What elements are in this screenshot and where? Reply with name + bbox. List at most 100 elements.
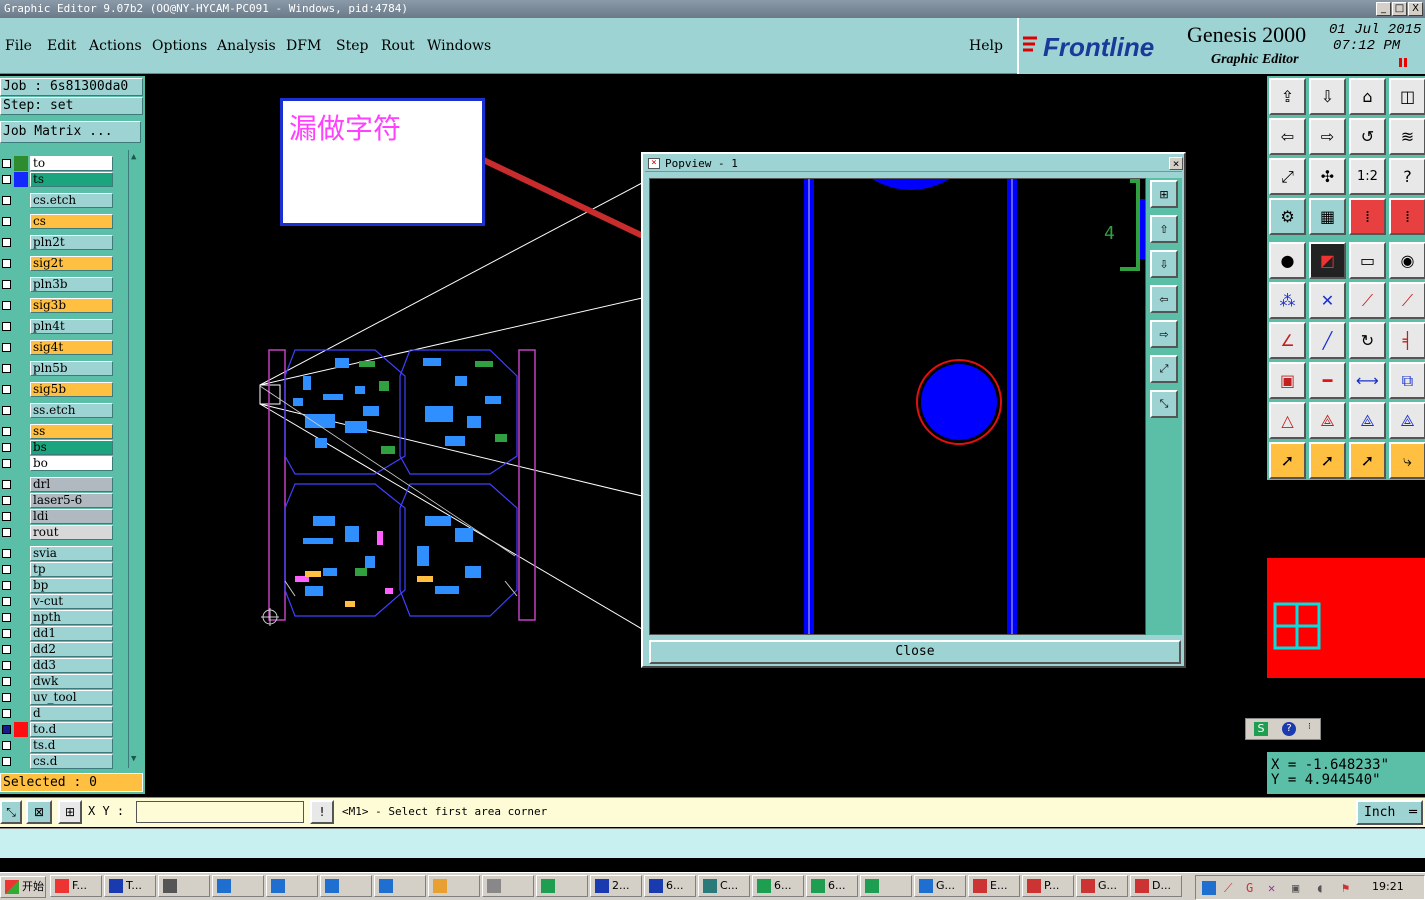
menu-edit[interactable]: Edit — [47, 38, 76, 54]
menu-analysis[interactable]: Analysis — [217, 38, 276, 54]
pan-right-icon[interactable]: ⇨ — [1309, 118, 1346, 155]
snap-on-icon[interactable]: ⁞ — [1349, 198, 1386, 235]
taskbar-item[interactable] — [266, 875, 318, 897]
diagonal-icon[interactable]: ⟋ — [1389, 282, 1425, 319]
layer-row[interactable]: d — [0, 706, 115, 721]
taskbar-item[interactable] — [320, 875, 372, 897]
line-pad-icon[interactable]: ⟋ — [1349, 282, 1386, 319]
layer-checkbox[interactable] — [2, 613, 11, 622]
layer-row[interactable]: laser5-6 — [0, 493, 115, 508]
layer-row[interactable]: svia — [0, 546, 115, 561]
layer-name[interactable]: sig4t — [30, 340, 113, 355]
layer-name[interactable]: drl — [30, 477, 113, 492]
layer-name[interactable]: ldi — [30, 509, 113, 524]
layer-checkbox[interactable] — [2, 645, 11, 654]
popview-zoom-fit-icon[interactable]: ⤢ — [1150, 355, 1178, 383]
snap-off-icon[interactable]: ⁞ — [1389, 198, 1425, 235]
layer-row[interactable]: ldi — [0, 509, 115, 524]
taskbar-item[interactable]: F... — [50, 875, 102, 897]
home-up-icon[interactable]: ⇪ — [1269, 78, 1306, 115]
taskbar-item[interactable] — [212, 875, 264, 897]
layer-checkbox[interactable] — [2, 496, 11, 505]
layer-name[interactable]: cs.d — [30, 754, 113, 769]
layer-row[interactable]: ts — [0, 172, 115, 187]
layer-name[interactable]: to.d — [30, 722, 113, 737]
pad-move-icon[interactable]: ▣ — [1269, 362, 1306, 399]
area-select-icon[interactable]: ⤡ — [0, 800, 22, 824]
layer-name[interactable]: uv_tool — [30, 690, 113, 705]
layer-row[interactable]: to — [0, 156, 115, 171]
alert-icon[interactable]: ! — [310, 800, 334, 824]
layer-row[interactable]: cs.d — [0, 754, 115, 769]
popview-canvas[interactable]: 4 — [649, 178, 1146, 635]
layer-checkbox[interactable] — [2, 196, 11, 205]
scroll-down-icon[interactable]: ▼ — [131, 754, 141, 764]
taskbar-item[interactable]: 6... — [752, 875, 804, 897]
taskbar-item[interactable] — [482, 875, 534, 897]
taskbar-item[interactable]: 2... — [590, 875, 642, 897]
layer-name[interactable]: pln3b — [30, 277, 113, 292]
menu-windows[interactable]: Windows — [427, 38, 491, 54]
layer-row[interactable]: pln5b — [0, 361, 115, 376]
popview-zoom-out-icon[interactable]: ⤡ — [1150, 390, 1178, 418]
help-icon[interactable]: ? — [1389, 158, 1425, 195]
tray-icon-2[interactable]: ⟋ — [1224, 881, 1238, 895]
menu-file[interactable]: File — [5, 38, 32, 54]
layer-row[interactable]: sig3b — [0, 298, 115, 313]
arc-icon[interactable]: ↻ — [1349, 322, 1386, 359]
menu-actions[interactable]: Actions — [89, 38, 142, 54]
layer-checkbox[interactable] — [2, 480, 11, 489]
layer-checkbox[interactable] — [2, 693, 11, 702]
popview-zoom-in-icon[interactable]: ⊞ — [1150, 180, 1178, 208]
layer-checkbox[interactable] — [2, 565, 11, 574]
grid-select-icon[interactable]: ⊞ — [58, 800, 82, 824]
layer-row[interactable]: dd2 — [0, 642, 115, 657]
tray-icon-1[interactable] — [1202, 881, 1216, 895]
layer-checkbox[interactable] — [2, 280, 11, 289]
layer-checkbox[interactable] — [2, 406, 11, 415]
layer-row[interactable]: tp — [0, 562, 115, 577]
scroll-up-icon[interactable]: ▲ — [131, 152, 141, 162]
layer-row[interactable]: dd3 — [0, 658, 115, 673]
measure-icon[interactable]: ▭ — [1349, 242, 1386, 279]
layer-row[interactable]: bs — [0, 440, 115, 455]
maximize-button[interactable]: □ — [1392, 2, 1407, 16]
layer-checkbox[interactable] — [2, 629, 11, 638]
cross-icon[interactable]: ✕ — [1309, 282, 1346, 319]
layer-row[interactable]: ss.etch — [0, 403, 115, 418]
s-icon[interactable]: S — [1254, 722, 1268, 736]
volume-icon[interactable]: ◖ — [1316, 881, 1330, 895]
popview-titlebar[interactable]: × Popview - 1 × — [645, 156, 1183, 172]
layer-checkbox[interactable] — [2, 528, 11, 537]
layer-checkbox[interactable] — [2, 757, 11, 766]
layer-row[interactable]: uv_tool — [0, 690, 115, 705]
taskbar-item[interactable] — [428, 875, 480, 897]
layer-row[interactable]: rout — [0, 525, 115, 540]
pan-left-icon[interactable]: ⇦ — [1269, 118, 1306, 155]
tray-icon-4[interactable]: ✕ — [1268, 881, 1282, 895]
layer-name[interactable]: pln4t — [30, 319, 113, 334]
zoom-center-icon[interactable]: ✣ — [1309, 158, 1346, 195]
pointer-select-icon[interactable]: ➚ — [1309, 442, 1346, 479]
taskbar-item[interactable]: 6... — [806, 875, 858, 897]
layer-row[interactable]: pln2t — [0, 235, 115, 250]
layer-checkbox[interactable] — [2, 741, 11, 750]
zoom-back-icon[interactable]: ↺ — [1349, 118, 1386, 155]
layer-checkbox[interactable] — [2, 443, 11, 452]
layer-checkbox[interactable] — [2, 725, 11, 734]
layer-row[interactable]: to.d — [0, 722, 115, 737]
layer-checkbox[interactable] — [2, 549, 11, 558]
layer-name[interactable]: npth — [30, 610, 113, 625]
layer-name[interactable]: cs — [30, 214, 113, 229]
taskbar-item[interactable]: G... — [1076, 875, 1128, 897]
taskbar-item[interactable]: T... — [104, 875, 156, 897]
menu-options[interactable]: Options — [152, 38, 207, 54]
copy-pads-icon[interactable]: ⧉ — [1389, 362, 1425, 399]
layer-checkbox[interactable] — [2, 159, 11, 168]
layer-row[interactable]: bp — [0, 578, 115, 593]
grid-icon[interactable]: ▦ — [1309, 198, 1346, 235]
layer-name[interactable]: sig3b — [30, 298, 113, 313]
zoom-fit-icon[interactable]: ⤢ — [1269, 158, 1306, 195]
layer-name[interactable]: ts — [30, 172, 113, 187]
layer-name[interactable]: cs.etch — [30, 193, 113, 208]
